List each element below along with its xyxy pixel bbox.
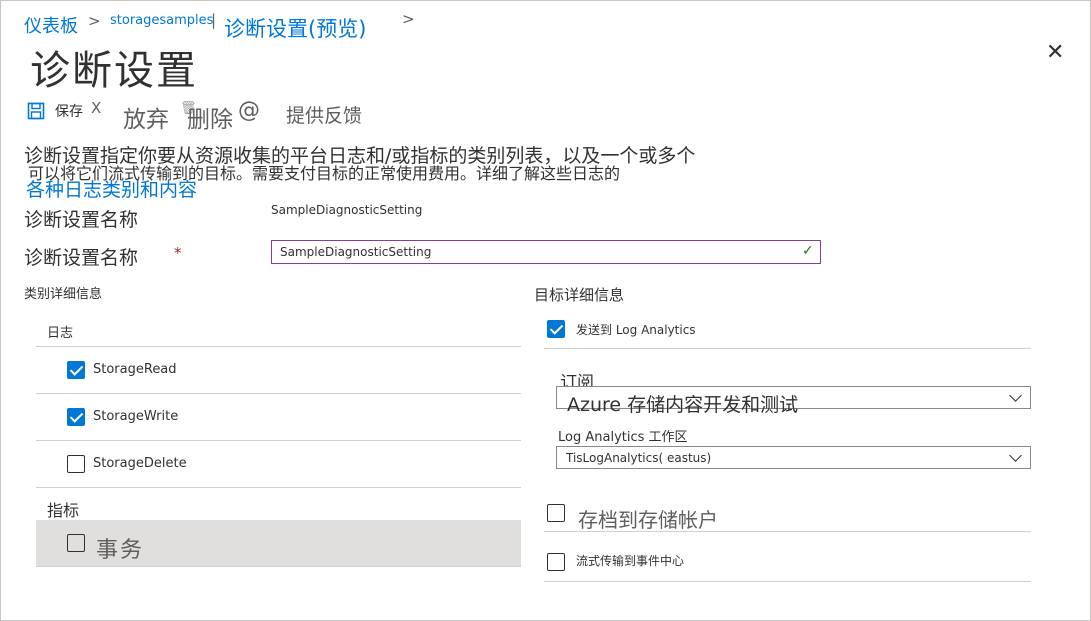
close-icon[interactable]: ✕: [1046, 40, 1064, 65]
valid-check-icon: ✓: [802, 243, 814, 259]
breadcrumb-dashboard[interactable]: 仪表板: [24, 12, 78, 38]
discard-icon[interactable]: X: [91, 99, 101, 117]
setting-name-value: SampleDiagnosticSetting: [271, 203, 423, 217]
stream-event-hub-label: 流式传输到事件中心: [576, 554, 685, 568]
send-to-log-analytics-checkbox[interactable]: [547, 320, 565, 338]
stream-event-hub-checkbox[interactable]: [547, 553, 565, 571]
setting-name-input[interactable]: [271, 240, 821, 264]
divider: [544, 531, 1031, 532]
divider: [544, 348, 1031, 349]
feedback-icon[interactable]: @: [238, 98, 260, 123]
category-details-header: 类别详细信息: [24, 287, 103, 302]
archive-storage-checkbox[interactable]: [547, 504, 565, 522]
breadcrumb-separator: >: [88, 12, 101, 30]
logs-section-label: 日志: [47, 326, 74, 341]
save-button[interactable]: 保存: [55, 101, 83, 121]
metrics-section-label: 指标: [47, 501, 80, 520]
discard-button[interactable]: 放弃: [123, 100, 169, 134]
setting-name-input-label: 诊断设置名称: [24, 247, 139, 269]
chevron-down-icon: [1009, 389, 1022, 402]
divider: [36, 566, 521, 567]
breadcrumb-diagnostic-settings[interactable]: 诊断设置(预览): [224, 13, 366, 43]
required-marker: *: [174, 244, 182, 262]
divider: [36, 440, 521, 441]
storagedelete-checkbox[interactable]: [67, 455, 85, 473]
chevron-down-icon: [1009, 449, 1022, 462]
breadcrumb-storagesamples[interactable]: storagesamples: [110, 13, 213, 28]
storageread-label: StorageRead: [93, 362, 177, 377]
divider: [36, 393, 521, 394]
storagedelete-label: StorageDelete: [93, 456, 187, 471]
setting-name-label: 诊断设置名称: [24, 209, 139, 231]
page-title: 诊断设置: [30, 48, 198, 94]
divider: [544, 581, 1031, 582]
subscription-value: Azure 存储内容开发和测试: [567, 394, 799, 416]
send-to-log-analytics-label: 发送到 Log Analytics: [576, 323, 696, 337]
save-icon[interactable]: [27, 102, 45, 120]
storagewrite-checkbox[interactable]: [67, 408, 85, 426]
storagewrite-label: StorageWrite: [93, 409, 179, 424]
log-categories-link[interactable]: 各种日志类别和内容: [26, 175, 197, 202]
divider: [36, 346, 521, 347]
workspace-label: Log Analytics 工作区: [558, 430, 688, 445]
breadcrumb-separator: >: [402, 10, 415, 28]
transaction-checkbox[interactable]: [67, 534, 85, 552]
divider: [36, 487, 521, 488]
destination-details-header: 目标详细信息: [534, 286, 625, 304]
feedback-button[interactable]: 提供反馈: [286, 101, 362, 128]
storageread-checkbox[interactable]: [67, 361, 85, 379]
breadcrumb-separator: |: [211, 11, 217, 29]
workspace-value: TisLogAnalytics( eastus): [566, 451, 712, 465]
archive-storage-label: 存档到存储帐户: [578, 508, 718, 532]
delete-button[interactable]: 删除: [187, 100, 233, 134]
transaction-label: 事务: [96, 538, 145, 563]
